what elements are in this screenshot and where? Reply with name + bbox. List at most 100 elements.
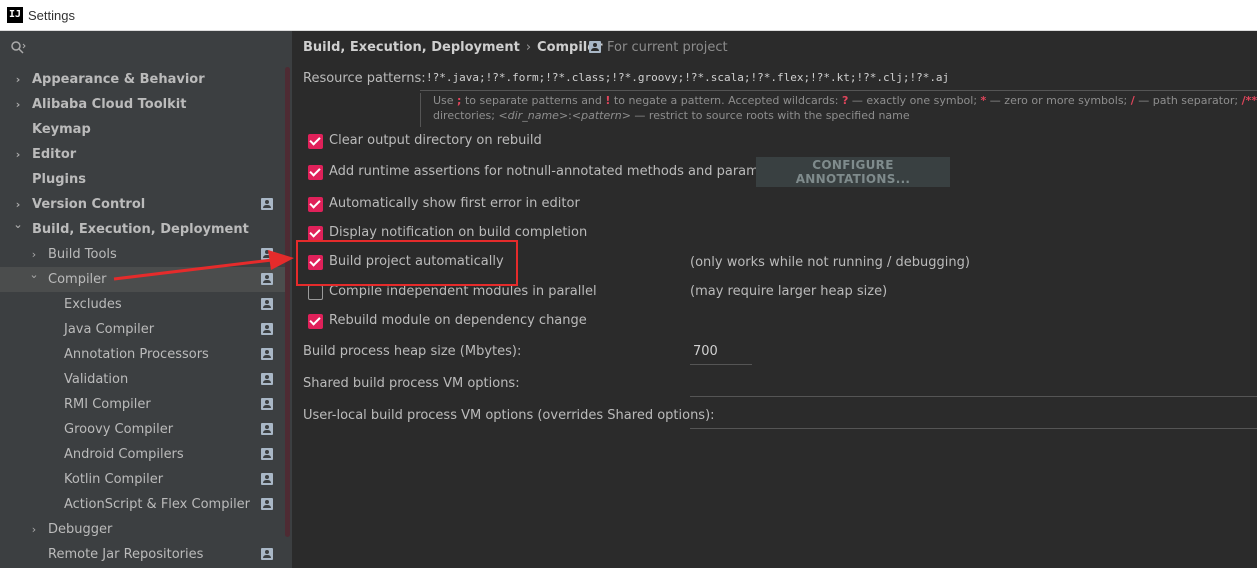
breadcrumb-parent[interactable]: Build, Execution, Deployment bbox=[303, 40, 520, 55]
sidebar-item[interactable]: Excludes bbox=[0, 292, 285, 317]
display-notification-checkbox[interactable] bbox=[308, 226, 323, 241]
runtime-assertions-label[interactable]: Add runtime assertions for notnull-annot… bbox=[329, 164, 792, 179]
shared-vm-label: Shared build process VM options: bbox=[303, 376, 520, 391]
breadcrumb: Build, Execution, Deployment › Compiler bbox=[303, 40, 603, 58]
sidebar-item[interactable]: RMI Compiler bbox=[0, 392, 285, 417]
sidebar-item-label: ActionScript & Flex Compiler bbox=[64, 497, 251, 512]
sidebar-item[interactable]: Kotlin Compiler bbox=[0, 467, 285, 492]
chevron-down-icon[interactable]: ⌄ bbox=[12, 217, 24, 242]
hint-token: /**/ bbox=[1241, 94, 1257, 107]
hint-text: directories; bbox=[433, 109, 499, 122]
intellij-logo-icon: IJ bbox=[7, 7, 23, 23]
sidebar-item[interactable]: ⌄ Build, Execution, Deployment bbox=[0, 217, 285, 242]
sidebar-item[interactable]: ActionScript & Flex Compiler bbox=[0, 492, 285, 517]
for-current-project: For current project bbox=[589, 40, 728, 55]
sidebar-item[interactable]: Annotation Processors bbox=[0, 342, 285, 367]
project-icon bbox=[261, 398, 273, 410]
rebuild-on-change-checkbox[interactable] bbox=[308, 314, 323, 329]
sidebar-item-label: Android Compilers bbox=[64, 447, 184, 462]
clear-output-checkbox[interactable] bbox=[308, 134, 323, 149]
sidebar-item-label: Build, Execution, Deployment bbox=[32, 222, 249, 237]
sidebar-item-label: RMI Compiler bbox=[64, 397, 151, 412]
sidebar-item-label: Java Compiler bbox=[64, 322, 155, 337]
settings-content: Build, Execution, Deployment › Compiler Fo… bbox=[292, 31, 1257, 568]
window-title: Settings bbox=[28, 8, 75, 23]
chevron-right-icon[interactable]: › bbox=[12, 192, 24, 217]
resource-patterns-label: Resource patterns: bbox=[303, 71, 426, 86]
user-vm-input[interactable] bbox=[690, 403, 1257, 429]
search-input[interactable] bbox=[30, 36, 280, 58]
sidebar-item-label: Appearance & Behavior bbox=[32, 72, 205, 87]
sidebar-item[interactable]: Keymap bbox=[0, 117, 285, 142]
chevron-right-icon[interactable]: › bbox=[12, 142, 24, 167]
sidebar-item-label: Plugins bbox=[32, 172, 86, 187]
sidebar-item-label: Compiler bbox=[48, 272, 107, 287]
compile-parallel-checkbox[interactable] bbox=[308, 285, 323, 300]
sidebar-item[interactable]: › Version Control bbox=[0, 192, 285, 217]
project-icon bbox=[261, 448, 273, 460]
show-first-error-checkbox[interactable] bbox=[308, 197, 323, 212]
display-notification-label[interactable]: Display notification on build completion bbox=[329, 225, 587, 240]
sidebar-item[interactable]: Remote Jar Repositories bbox=[0, 542, 285, 567]
sidebar-item-label: Groovy Compiler bbox=[64, 422, 174, 437]
shared-vm-input[interactable] bbox=[690, 371, 1257, 397]
configure-annotations-button[interactable]: CONFIGURE ANNOTATIONS... bbox=[756, 157, 950, 187]
show-first-error-label[interactable]: Automatically show first error in editor bbox=[329, 196, 580, 211]
chevron-right-icon[interactable]: › bbox=[28, 517, 40, 542]
project-icon bbox=[261, 373, 273, 385]
hint-pattern: <pattern> bbox=[571, 109, 631, 122]
sidebar-item[interactable]: › Build Tools bbox=[0, 242, 285, 267]
search-icon bbox=[11, 41, 26, 54]
hint-text: to negate a pattern. Accepted wildcards: bbox=[610, 94, 843, 107]
project-icon bbox=[261, 323, 273, 335]
sidebar-item-label: Keymap bbox=[32, 122, 91, 137]
sidebar-item-label: Kotlin Compiler bbox=[64, 472, 164, 487]
hint-text: — path separator; bbox=[1134, 94, 1242, 107]
project-icon bbox=[261, 298, 273, 310]
user-vm-label: User-local build process VM options (ove… bbox=[303, 408, 715, 423]
sidebar-item-label: Excludes bbox=[64, 297, 122, 312]
chevron-right-icon[interactable]: › bbox=[28, 242, 40, 267]
sidebar-item[interactable]: › Alibaba Cloud Toolkit bbox=[0, 92, 285, 117]
resource-patterns-input[interactable] bbox=[420, 65, 1257, 91]
hint-text: — exactly one symbol; bbox=[848, 94, 981, 107]
sidebar-item-label: Annotation Processors bbox=[64, 347, 209, 362]
sidebar-item[interactable]: Plugins bbox=[0, 167, 285, 192]
sidebar-item-label: Editor bbox=[32, 147, 77, 162]
project-icon bbox=[261, 423, 273, 435]
sidebar-scrollbar[interactable] bbox=[285, 67, 290, 537]
sidebar-item[interactable]: Java Compiler bbox=[0, 317, 285, 342]
chevron-right-icon[interactable]: › bbox=[12, 67, 24, 92]
hint-text: to separate patterns and bbox=[461, 94, 606, 107]
sidebar-item-label: Validation bbox=[64, 372, 129, 387]
compile-parallel-label[interactable]: Compile independent modules in parallel bbox=[329, 284, 597, 299]
chevron-right-icon[interactable]: › bbox=[12, 92, 24, 117]
sidebar-item[interactable]: Android Compilers bbox=[0, 442, 285, 467]
project-icon bbox=[261, 198, 273, 210]
sidebar-item[interactable]: › Debugger bbox=[0, 517, 285, 542]
sidebar-item-label: Debugger bbox=[48, 522, 113, 537]
sidebar-item[interactable]: › Appearance & Behavior bbox=[0, 67, 285, 92]
hint-text: — restrict to source roots with the spec… bbox=[630, 109, 910, 122]
hint-text: Use bbox=[433, 94, 458, 107]
project-icon bbox=[261, 498, 273, 510]
resource-patterns-hint: Use ; to separate patterns and ! to nega… bbox=[420, 93, 1257, 127]
sidebar-item[interactable]: ⌄ Compiler bbox=[0, 267, 285, 292]
hint-text: — zero or more symbols; bbox=[986, 94, 1131, 107]
project-icon bbox=[261, 348, 273, 360]
project-icon bbox=[261, 473, 273, 485]
clear-output-label[interactable]: Clear output directory on rebuild bbox=[329, 133, 542, 148]
runtime-assertions-checkbox[interactable] bbox=[308, 165, 323, 180]
sidebar-item[interactable]: Validation bbox=[0, 367, 285, 392]
for-project-label: For current project bbox=[607, 40, 728, 55]
sidebar-item[interactable]: › Editor bbox=[0, 142, 285, 167]
hint-dir-name: <dir_name> bbox=[498, 109, 569, 122]
hint-line-1: Use ; to separate patterns and ! to nega… bbox=[433, 93, 1257, 108]
annotation-highlight-box bbox=[296, 240, 518, 286]
build-automatically-note: (only works while not running / debuggin… bbox=[690, 255, 970, 270]
heap-size-input[interactable] bbox=[690, 339, 752, 365]
sidebar-item[interactable]: Groovy Compiler bbox=[0, 417, 285, 442]
rebuild-on-change-label[interactable]: Rebuild module on dependency change bbox=[329, 313, 587, 328]
project-icon bbox=[261, 273, 273, 285]
chevron-down-icon[interactable]: ⌄ bbox=[28, 267, 40, 292]
